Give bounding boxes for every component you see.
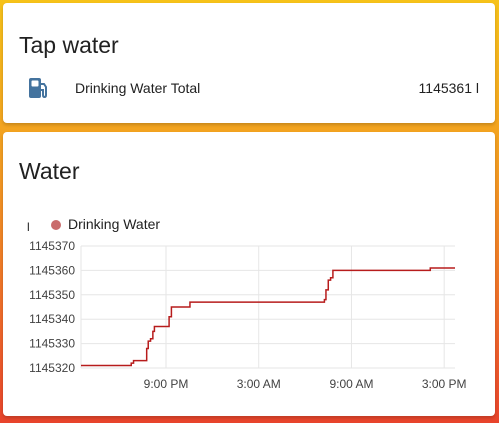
y-tick-label: 1145350: [29, 288, 75, 302]
entity-name: Drinking Water Total: [75, 80, 201, 96]
x-tick-label: 3:00 AM: [237, 377, 281, 391]
y-tick-label: 1145340: [29, 312, 75, 326]
x-tick-label: 9:00 PM: [144, 377, 189, 391]
y-tick-label: 1145360: [29, 263, 75, 277]
x-tick-label: 9:00 AM: [329, 377, 373, 391]
entity-state: 1145361 l: [418, 80, 479, 96]
x-tick-label: 3:00 PM: [422, 377, 467, 391]
series-line-drinking-water: [81, 267, 455, 367]
tap-water-card: Tap water Drinking Water Total 1145361 l: [3, 3, 495, 123]
card-title: Tap water: [19, 32, 119, 58]
water-history-card: Water l Drinking Water 1145370 1145360 114…: [3, 132, 495, 416]
y-tick-label: 1145370: [29, 239, 75, 253]
gas-pump-icon: [27, 76, 49, 100]
y-tick-label: 1145330: [29, 337, 75, 351]
y-tick-label: 1145320: [29, 361, 75, 375]
entity-row-drinking-water-total[interactable]: Drinking Water Total 1145361 l: [3, 73, 495, 103]
history-chart[interactable]: 1145370 1145360 1145350 1145340 1145330 11453…: [3, 132, 495, 416]
